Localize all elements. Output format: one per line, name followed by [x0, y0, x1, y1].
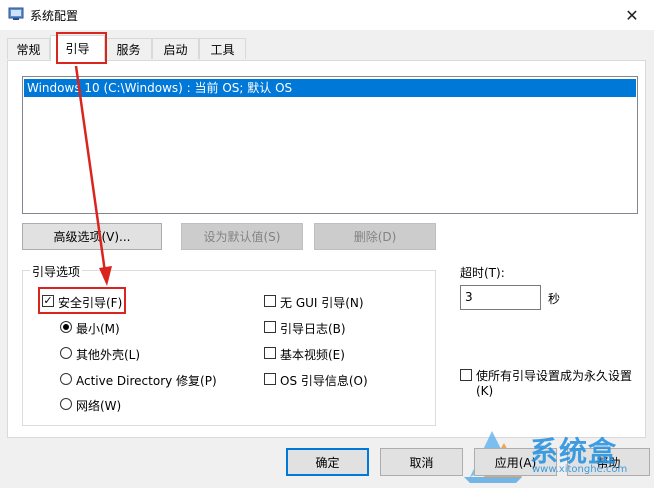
- os-boot-info-checkbox[interactable]: [264, 373, 276, 385]
- set-default-button[interactable]: 设为默认值(S): [181, 223, 303, 250]
- alternate-shell-radio[interactable]: [60, 347, 72, 359]
- network-label[interactable]: 网络(W): [76, 397, 121, 414]
- timeout-input[interactable]: 3: [460, 285, 541, 310]
- ok-button[interactable]: 确定: [286, 448, 369, 476]
- active-directory-label[interactable]: Active Directory 修复(P): [76, 372, 217, 389]
- boot-entry-item[interactable]: Windows 10 (C:\Windows) : 当前 OS; 默认 OS: [24, 79, 636, 97]
- tab-tools[interactable]: 工具: [199, 38, 246, 59]
- close-button[interactable]: ✕: [610, 0, 654, 30]
- close-icon: ✕: [625, 5, 639, 25]
- delete-button[interactable]: 删除(D): [314, 223, 436, 250]
- timeout-unit: 秒: [548, 292, 561, 306]
- minimal-radio[interactable]: [60, 321, 72, 333]
- annotation-box-safe-boot: [38, 287, 126, 314]
- title-bar: [0, 0, 654, 30]
- boot-options-label: 引导选项: [30, 263, 83, 280]
- cancel-button[interactable]: 取消: [380, 448, 463, 476]
- permanent-settings-checkbox[interactable]: [460, 369, 472, 381]
- permanent-settings-label[interactable]: 使所有引导设置成为永久设置: [476, 367, 632, 384]
- tab-startup[interactable]: 启动: [152, 38, 199, 59]
- active-directory-radio[interactable]: [60, 373, 72, 385]
- no-gui-label[interactable]: 无 GUI 引导(N): [280, 294, 364, 311]
- alternate-shell-label[interactable]: 其他外壳(L): [76, 346, 140, 363]
- permanent-settings-key[interactable]: (K): [476, 384, 493, 398]
- minimal-label[interactable]: 最小(M): [76, 320, 120, 337]
- no-gui-checkbox[interactable]: [264, 295, 276, 307]
- boot-log-checkbox[interactable]: [264, 321, 276, 333]
- network-radio[interactable]: [60, 398, 72, 410]
- base-video-checkbox[interactable]: [264, 347, 276, 359]
- tab-services[interactable]: 服务: [105, 38, 152, 59]
- watermark-url: www.xitonghe.com: [532, 464, 628, 475]
- boot-log-label[interactable]: 引导日志(B): [280, 320, 346, 337]
- tab-label: 常规: [16, 42, 41, 57]
- os-boot-info-label[interactable]: OS 引导信息(O): [280, 372, 368, 389]
- tab-general[interactable]: 常规: [7, 38, 50, 59]
- advanced-options-button[interactable]: 高级选项(V)...: [22, 223, 162, 250]
- boot-entry-list[interactable]: Windows 10 (C:\Windows) : 当前 OS; 默认 OS: [22, 76, 638, 214]
- timeout-label: 超时(T):: [460, 266, 505, 280]
- base-video-label[interactable]: 基本视频(E): [280, 346, 345, 363]
- tab-label: 服务: [116, 42, 141, 57]
- tab-label: 启动: [163, 42, 188, 57]
- annotation-box-boot-tab: [56, 32, 107, 64]
- tab-label: 工具: [210, 42, 235, 57]
- window-title: 系统配置: [30, 9, 79, 23]
- system-config-icon: [8, 6, 24, 22]
